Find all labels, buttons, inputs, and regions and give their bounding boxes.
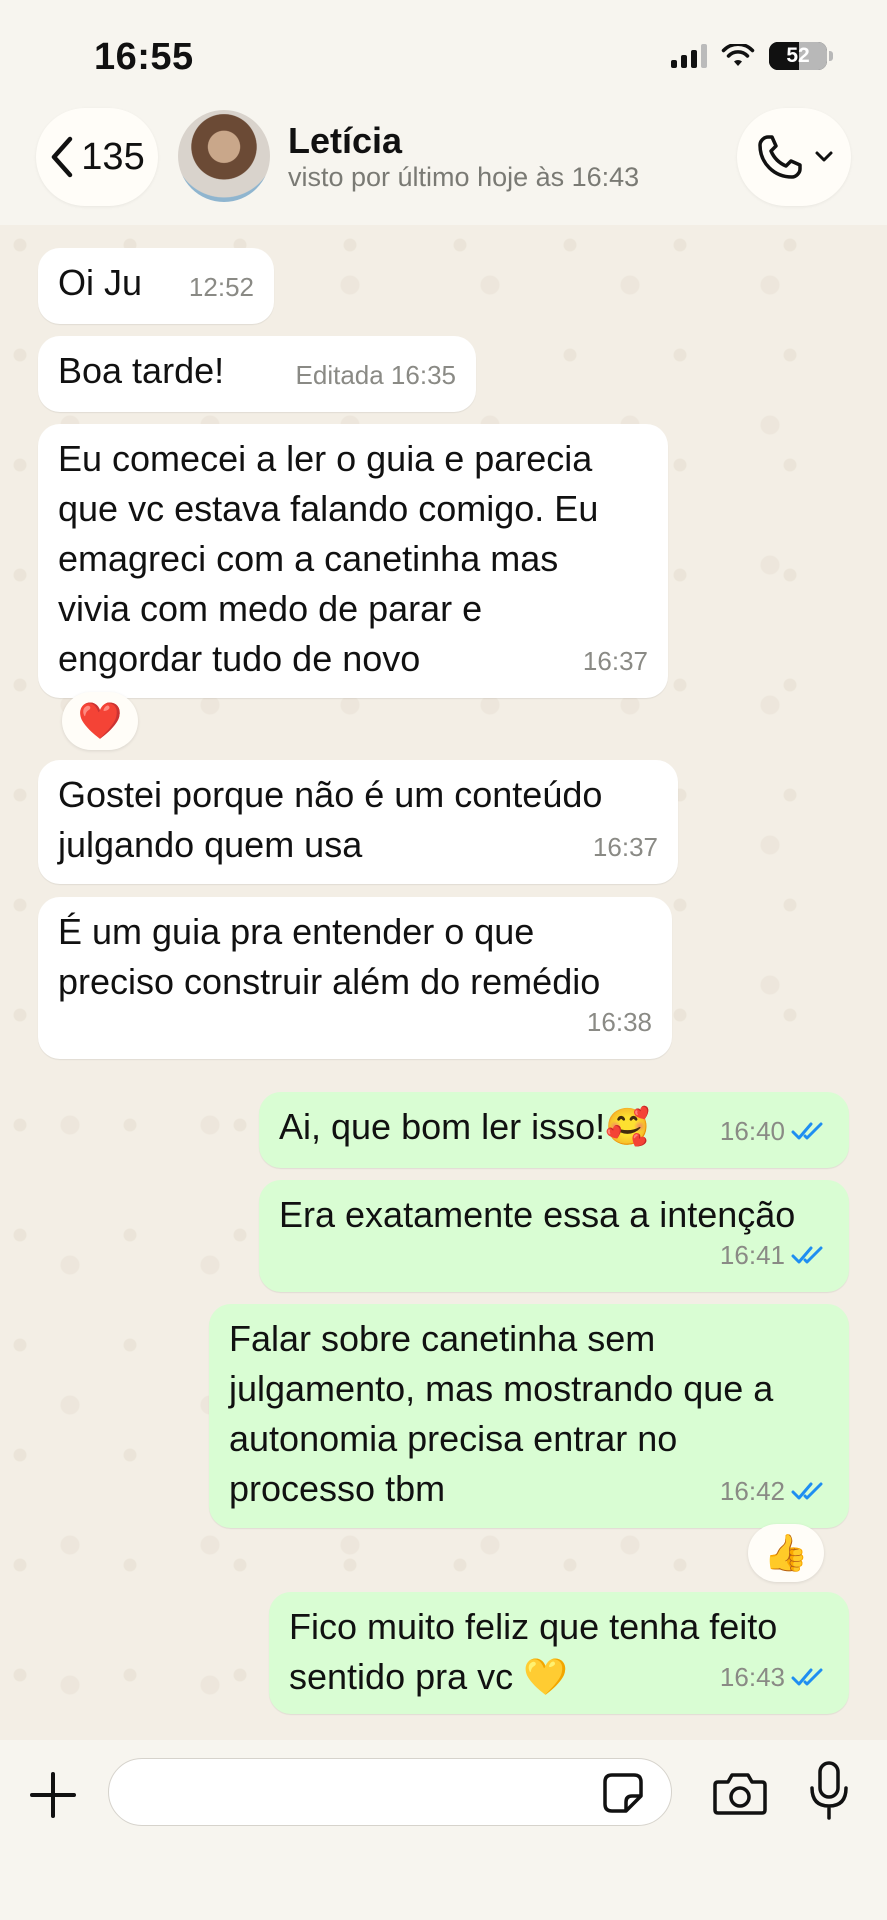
message-text: É um guia pra entender o que preciso con…: [58, 911, 601, 1002]
message-time: 16:37: [582, 646, 648, 676]
cellular-signal-icon: [671, 44, 707, 68]
chevron-left-icon: [52, 136, 73, 178]
read-ticks-icon: [791, 1122, 823, 1140]
status-icons: 52: [671, 42, 833, 70]
message-incoming[interactable]: É um guia pra entender o que preciso con…: [38, 897, 672, 1059]
message-text: Gostei porque não é um conteúdo julgando…: [58, 774, 603, 865]
plus-icon[interactable]: [26, 1768, 80, 1822]
message-outgoing[interactable]: Falar sobre canetinha sem julgamento, ma…: [209, 1304, 849, 1528]
message-input[interactable]: [108, 1758, 672, 1826]
chevron-down-icon: [815, 151, 833, 162]
message-time: 12:52: [188, 272, 254, 302]
message-time: 16:37: [592, 832, 658, 862]
microphone-icon[interactable]: [808, 1760, 850, 1822]
avatar[interactable]: [178, 110, 270, 202]
message-text: Eu comecei a ler o guia e parecia que vc…: [58, 438, 599, 679]
message-time: 16:42: [720, 1466, 829, 1516]
message-incoming[interactable]: Oi Ju 12:52: [38, 248, 274, 324]
message-incoming[interactable]: Gostei porque não é um conteúdo julgando…: [38, 760, 678, 884]
battery-level: 52: [786, 44, 810, 67]
message-time: 16:43: [720, 1652, 829, 1702]
back-button[interactable]: 135: [36, 108, 158, 206]
message-incoming[interactable]: Eu comecei a ler o guia e parecia que vc…: [38, 424, 668, 698]
message-time: 16:41: [720, 1230, 829, 1280]
battery-icon: 52: [769, 42, 833, 70]
camera-icon[interactable]: [712, 1770, 768, 1816]
message-time: Editada 16:35: [295, 360, 456, 390]
contact-last-seen: visto por último hoje às 16:43: [288, 162, 640, 192]
message-outgoing[interactable]: Era exatamente essa a intenção 16:41: [259, 1180, 849, 1292]
read-ticks-icon: [791, 1246, 823, 1264]
message-outgoing[interactable]: Fico muito feliz que tenha feito sentido…: [269, 1592, 849, 1714]
unread-count: 135: [81, 135, 145, 178]
status-time: 16:55: [94, 36, 194, 78]
message-outgoing[interactable]: Ai, que bom ler isso!🥰 16:40: [259, 1092, 849, 1168]
read-ticks-icon: [791, 1668, 823, 1686]
message-time: 16:40: [720, 1106, 829, 1156]
phone-icon: [758, 135, 802, 179]
message-reaction[interactable]: 👍: [748, 1524, 824, 1582]
sticker-icon[interactable]: [602, 1772, 644, 1814]
message-reaction[interactable]: ❤️: [62, 692, 138, 750]
message-composer: [0, 1740, 887, 1920]
wifi-icon: [721, 44, 755, 66]
message-incoming[interactable]: Boa tarde! Editada 16:35: [38, 336, 476, 412]
message-time: 16:38: [586, 1007, 652, 1037]
contact-name[interactable]: Letícia: [288, 120, 402, 162]
read-ticks-icon: [791, 1482, 823, 1500]
chat-header: 135 Letícia visto por último hoje às 16:…: [0, 100, 887, 225]
call-button[interactable]: [737, 108, 851, 206]
status-bar: 16:55 52: [0, 0, 887, 100]
